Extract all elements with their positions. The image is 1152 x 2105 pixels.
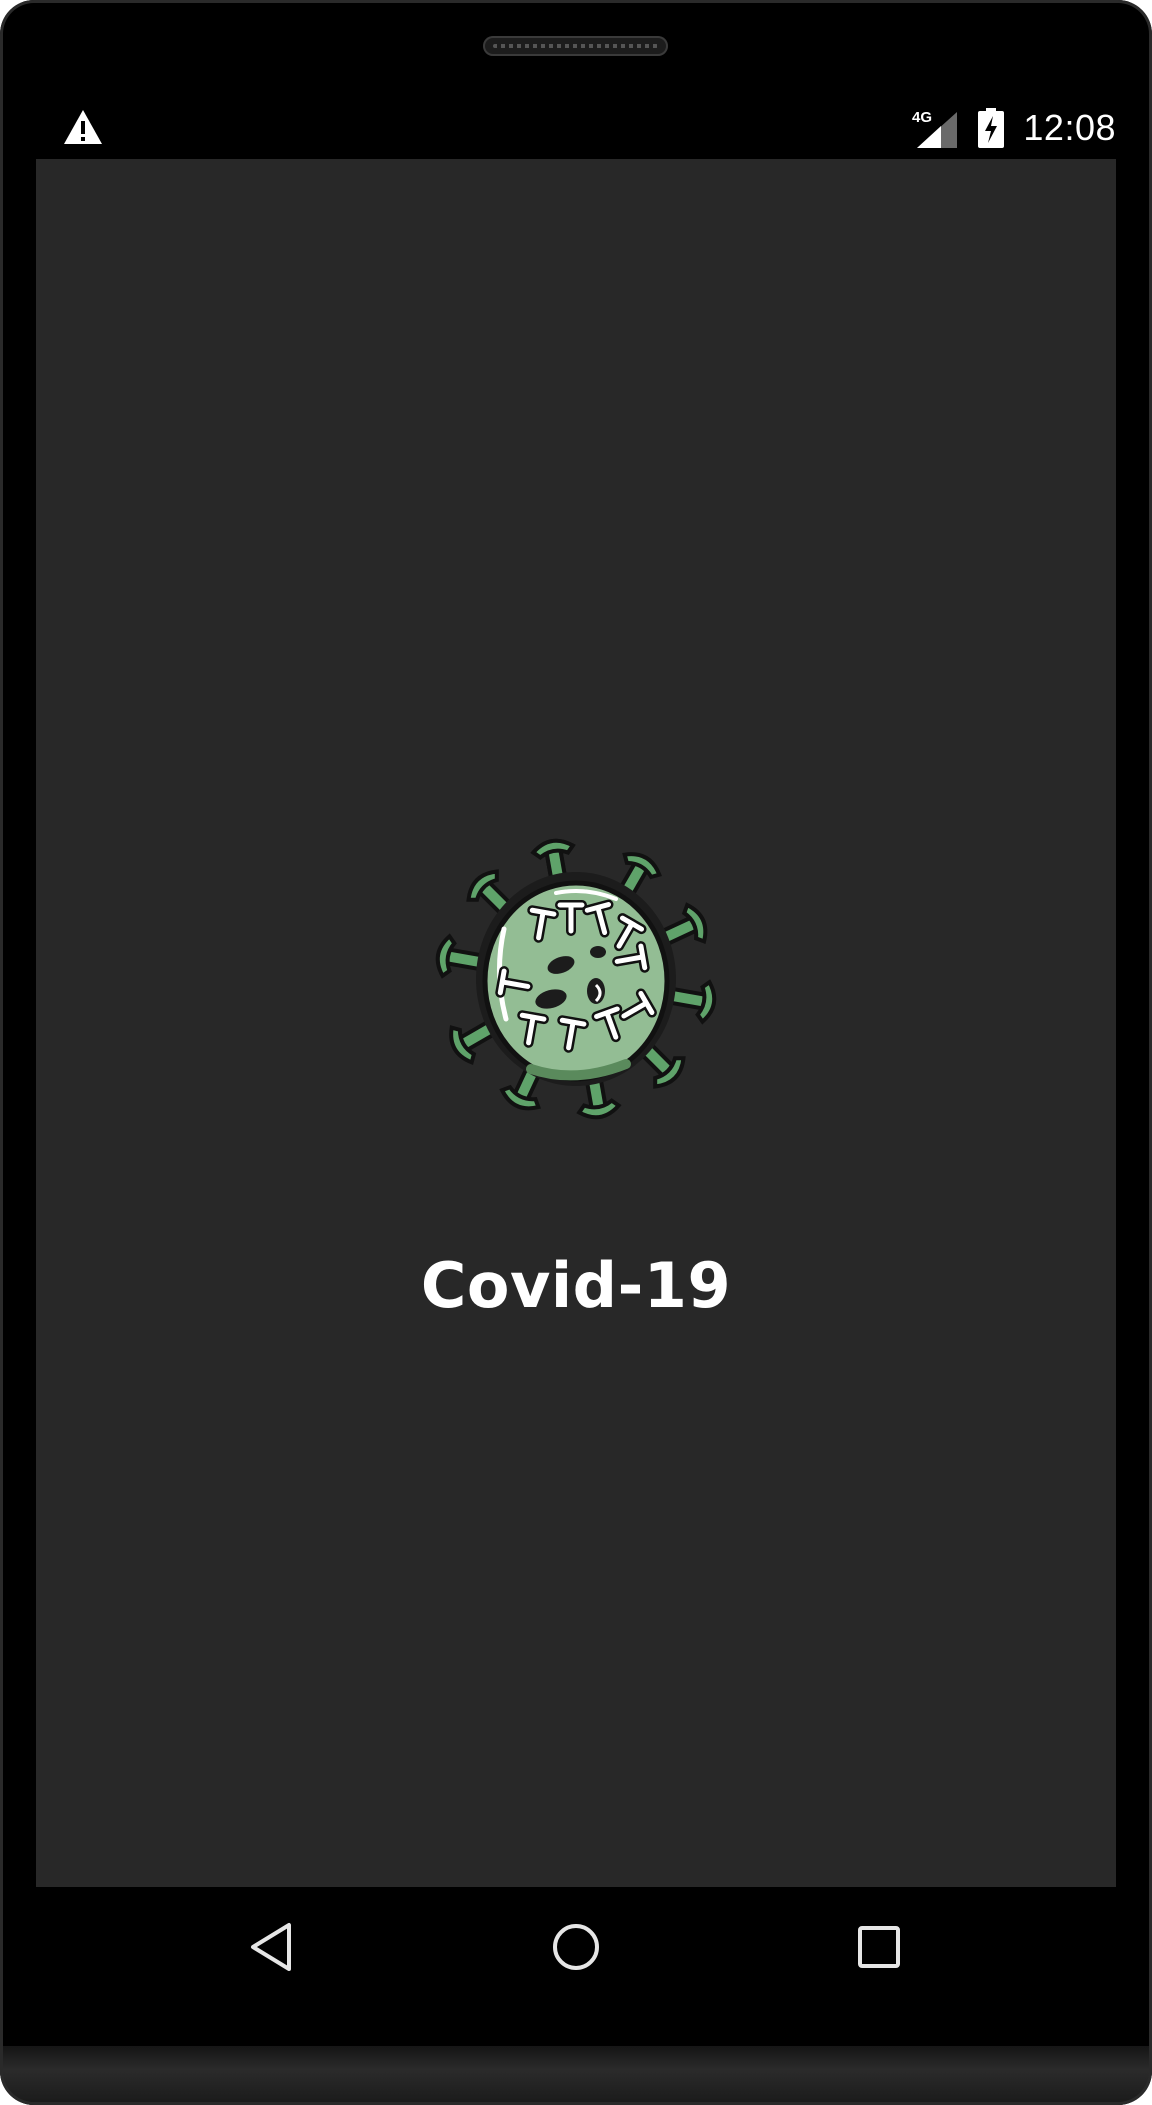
app-screen: Covid-19 [36,159,1116,1887]
bottom-bezel [0,2046,1152,2105]
back-triangle-icon [251,1923,291,1971]
device-frame: 4G 12:08 Covid-19 [0,0,1152,2105]
home-circle-icon [553,1924,599,1970]
warning-triangle-icon [64,110,102,144]
network-type-label: 4G [912,109,932,126]
splash-screen: Covid-19 [36,159,1116,1887]
back-button[interactable] [233,1907,313,1987]
navigation-bar [36,1887,1116,2012]
recents-button[interactable] [839,1907,919,1987]
recents-square-icon [858,1926,900,1968]
coronavirus-icon [435,838,717,1120]
status-time: 12:08 [1023,107,1116,148]
battery-charging-icon [978,108,1005,148]
home-button[interactable] [536,1907,616,1987]
status-icons: 4G 12:08 [911,100,1116,156]
status-bar: 4G 12:08 [36,100,1116,156]
earpiece-speaker [483,36,668,56]
app-title: Covid-19 [420,1249,732,1322]
cell-signal-icon: 4G [912,109,958,148]
